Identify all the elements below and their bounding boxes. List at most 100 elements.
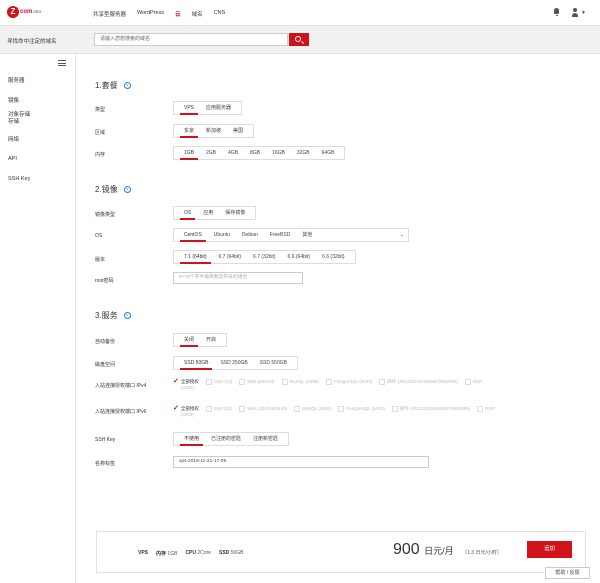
image-type-option-saved[interactable]: 保存镜像 (219, 207, 251, 219)
ipv6-port-postgresql[interactable]: PostgreSQL (5432) (338, 406, 385, 412)
disk-option-50gb[interactable]: SSD 50GB (178, 357, 214, 370)
image-type-option-app[interactable]: 应用 (197, 207, 219, 219)
ipv4-port-mysql[interactable]: MySQL (3306) (281, 379, 319, 385)
backup-option-off[interactable]: 关闭 (178, 334, 200, 347)
memory-option-8gb[interactable]: 8GB (244, 147, 266, 159)
ipv4-port-mail[interactable]: 邮件 (25/110/143/465/587/993/995) (379, 379, 458, 385)
main-content: 1.套餐? 类型 VPS 应用服务器 区域 东京 新加坡 美国 内存 1GB 2… (77, 54, 600, 583)
help-icon[interactable]: ? (123, 82, 131, 90)
ssh-key-label: SSH Key (95, 437, 116, 443)
spec-cpu: CPU 2Core (185, 550, 212, 556)
image-type-option-os[interactable]: OS (178, 207, 197, 220)
region-option-usa[interactable]: 美国 (227, 125, 249, 137)
region-options: 东京 新加坡 美国 (173, 124, 255, 138)
version-option-6-6-32[interactable]: 6.6 (32bit) (316, 251, 351, 263)
sidebar-item-images[interactable]: 镜像 (8, 98, 19, 105)
version-option-6-7-32[interactable]: 6.7 (32bit) (247, 251, 282, 263)
help-feedback-button[interactable]: 帮助 / 反馈 (545, 567, 590, 579)
logo[interactable]: Z com.ORG (7, 6, 41, 19)
region-option-tokyo[interactable]: 东京 (178, 125, 200, 138)
sidebar-item-servers[interactable]: 服务器 (8, 78, 25, 85)
order-summary: VPS 内存 1GB CPU 2Core SSD 50GB 900 日元/月 （… (96, 531, 586, 573)
memory-option-1gb[interactable]: 1GB (178, 147, 200, 160)
ipv4-port-postgresql[interactable]: PostgreSQL (5432) (325, 379, 372, 385)
nav-cns[interactable]: CNS (214, 10, 226, 18)
ssh-key-option-none[interactable]: 不使用 (178, 433, 205, 446)
disk-option-250gb[interactable]: SSD 250GB (214, 357, 253, 369)
disk-label: 磁盘空间 (95, 362, 116, 368)
add-button[interactable]: 追加 (527, 541, 572, 558)
memory-option-2gb[interactable]: 2GB (200, 147, 222, 159)
checkmark-icon: ✓ (173, 378, 179, 385)
version-option-6-6-64[interactable]: 6.6 (64bit) (282, 251, 317, 263)
price-unit: 日元/月 (424, 546, 454, 556)
image-type-options: OS 应用 保存镜像 (173, 206, 257, 220)
sidebar-item-object-storage[interactable]: 对象存储 (8, 112, 30, 119)
backup-option-on[interactable]: 开启 (200, 334, 222, 346)
region-option-singapore[interactable]: 新加坡 (200, 125, 227, 137)
sidebar-item-api[interactable]: API (8, 156, 17, 163)
type-options: VPS 应用服务器 (173, 101, 243, 115)
search-button[interactable] (289, 33, 309, 46)
ipv6-port-all[interactable]: ✓ 全部授权 (3389) (173, 405, 199, 418)
logo-mark: Z (7, 6, 19, 18)
spec-summary: VPS 内存 1GB CPU 2Core SSD 50GB (138, 550, 243, 557)
ipv6-port-rdp[interactable]: RDP (477, 406, 495, 412)
help-icon[interactable]: ? (123, 312, 131, 320)
ipv4-port-all[interactable]: ✓ 全部授权 (3389) (173, 378, 199, 391)
ssh-key-option-new[interactable]: 注册新密匙 (247, 433, 284, 445)
ipv6-port-mysql[interactable]: MySQL (3306) (294, 406, 331, 412)
ipv6-port-web[interactable]: Web (20/21/80/443) (239, 406, 287, 412)
ipv4-port-rdp[interactable]: RDP (464, 379, 482, 385)
os-option-centos[interactable]: CentOS (178, 229, 208, 242)
disk-option-550gb[interactable]: SSD 550GB (254, 357, 293, 369)
memory-label: 内存 (95, 152, 106, 158)
os-option-other[interactable]: 其他 (296, 229, 318, 241)
spec-memory: 内存 1GB (156, 551, 178, 557)
memory-option-4gb[interactable]: 4GB (222, 147, 244, 159)
sidebar: 服务器 镜像 对象存储 存储 网络 API SSH Key (0, 54, 76, 583)
help-icon[interactable]: ? (123, 186, 131, 194)
price-amount: 900 (393, 541, 420, 558)
nav-cloud[interactable]: 云 (175, 10, 181, 18)
memory-options: 1GB 2GB 4GB 8GB 16GB 32GB 64GB (173, 146, 346, 160)
version-option-7-1-64[interactable]: 7.1 (64bit) (178, 251, 213, 264)
bell-icon[interactable] (553, 8, 560, 16)
ipv4-ports: ✓ 全部授权 (3389) SSH (22) Web (80/443) MySQL … (173, 378, 482, 391)
type-option-app-server[interactable]: 应用服务器 (200, 102, 237, 114)
type-option-vps[interactable]: VPS (178, 102, 200, 115)
memory-option-64gb[interactable]: 64GB (316, 147, 341, 159)
sidebar-item-storage[interactable]: 存储 (8, 119, 19, 126)
version-option-6-7-64[interactable]: 6.7 (64bit) (213, 251, 248, 263)
hamburger-icon[interactable] (58, 60, 66, 66)
os-options: CentOS Ubuntu Debian FreeBSD 其他 ⌄ (173, 228, 409, 242)
section-image-title: 2.镜像? (95, 184, 131, 195)
name-tag-input[interactable]: vps-2018-11-21-17-09 (173, 456, 429, 468)
root-password-input[interactable]: 9~70个字半角英数及符号的组合 (173, 272, 303, 284)
os-option-freebsd[interactable]: FreeBSD (264, 229, 297, 241)
section-service-title: 3.服务? (95, 310, 131, 321)
memory-option-32gb[interactable]: 32GB (291, 147, 316, 159)
os-option-ubuntu[interactable]: Ubuntu (208, 229, 236, 241)
nav-domain[interactable]: 域名 (192, 10, 203, 18)
price-display: 900 日元/月 （1.3 日元/小时） (393, 541, 502, 559)
domain-search-input[interactable]: 请输入您想搜索的域名 (94, 33, 288, 46)
ipv6-ports-label: 入站连接授权端口 IPv6 (95, 409, 147, 415)
ipv6-port-ssh[interactable]: SSH (22) (205, 406, 232, 412)
ipv6-port-mail[interactable]: 邮件 (25/110/143/465/587/993/995) (391, 406, 470, 412)
checkmark-icon: ✓ (173, 405, 179, 412)
chevron-down-icon[interactable]: ⌄ (400, 232, 404, 238)
nav-wordpress[interactable]: WordPress (137, 10, 164, 18)
ipv4-port-ssh[interactable]: SSH (22) (205, 379, 232, 385)
memory-option-16gb[interactable]: 16GB (266, 147, 291, 159)
sidebar-item-ssh-key[interactable]: SSH Key (8, 176, 30, 183)
nav-shared-server[interactable]: 共享型服务器 (93, 10, 126, 18)
ipv4-port-web[interactable]: Web (80/443) (239, 379, 275, 385)
sidebar-item-network[interactable]: 网络 (8, 137, 19, 144)
ssh-key-option-registered[interactable]: 已注册的密匙 (205, 433, 247, 445)
price-per-hour: （1.3 日元/小时） (462, 550, 502, 556)
os-option-debian[interactable]: Debian (236, 229, 264, 241)
spec-ssd: SSD 50GB (219, 550, 244, 556)
spec-vps: VPS (138, 550, 149, 556)
user-menu-icon[interactable]: ▼ (572, 8, 586, 17)
